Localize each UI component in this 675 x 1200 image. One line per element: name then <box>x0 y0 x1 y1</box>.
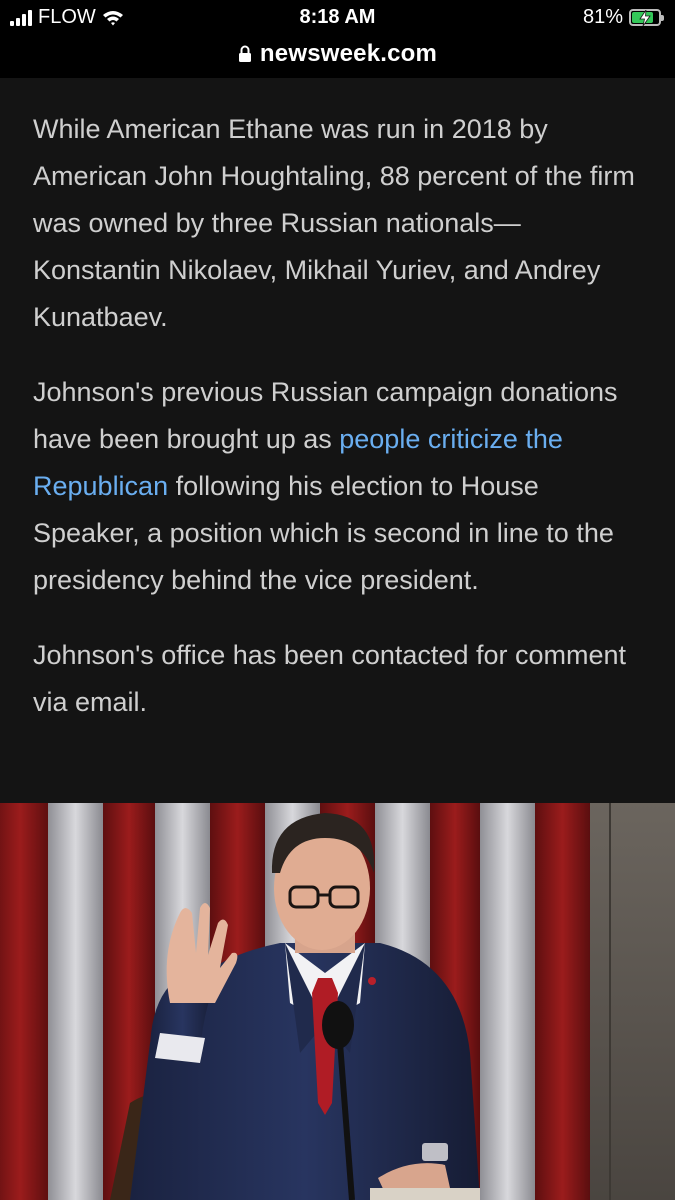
speaker-swearing-in-image <box>0 803 675 1200</box>
url-domain: newsweek.com <box>259 40 438 67</box>
battery-charging-icon <box>629 9 664 26</box>
charging-bolt-icon <box>639 10 651 26</box>
article-paragraph-1: While American Ethane was run in 2018 by… <box>33 114 635 332</box>
phone-screen: FLOW 8:18 AM 81% newsweek.com While Amer… <box>0 0 675 1200</box>
article-body: While American Ethane was run in 2018 by… <box>0 78 675 800</box>
lock-icon <box>238 45 251 62</box>
article-paragraph-2: Johnson's previous Russian campaign dona… <box>33 369 641 604</box>
url-bar[interactable]: newsweek.com <box>0 30 675 78</box>
article-photo[interactable] <box>0 803 675 1200</box>
battery-percent: 81% <box>582 6 623 28</box>
status-right: 81% <box>582 6 664 29</box>
status-time: 8:18 AM <box>299 6 376 28</box>
article-paragraph-3: Johnson's office has been contacted for … <box>33 640 627 717</box>
